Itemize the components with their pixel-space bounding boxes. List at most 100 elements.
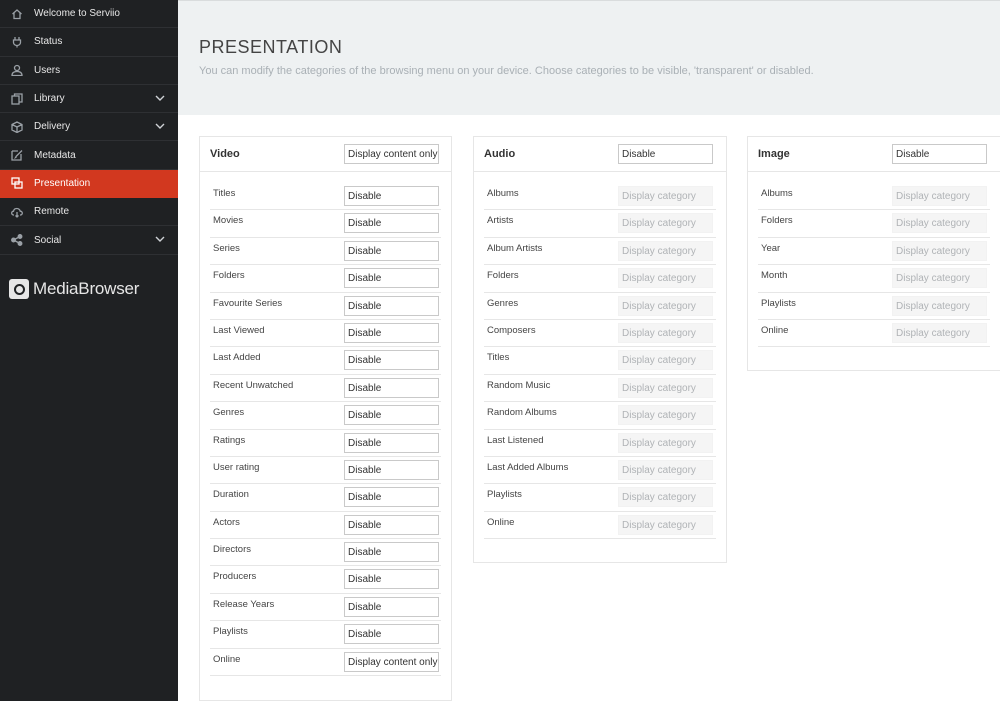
category-visibility-select[interactable]: Disable <box>344 186 439 206</box>
category-visibility-select[interactable]: Disable <box>344 322 439 343</box>
sidebar-item-presentation[interactable]: Presentation <box>0 169 178 199</box>
category-row: Online Display category <box>758 320 990 348</box>
category-visibility-select[interactable]: Disable <box>344 542 439 563</box>
category-row: Playlists Display category <box>758 293 990 320</box>
sidebar-item-library[interactable]: Library <box>0 85 178 114</box>
category-label: Release Years <box>213 598 275 610</box>
category-row: Release Years Disable <box>210 594 441 622</box>
category-label: Last Added Albums <box>487 461 569 473</box>
category-label: Random Music <box>487 379 551 391</box>
category-label: Last Viewed <box>213 324 265 336</box>
home-icon <box>10 7 24 21</box>
page-subtitle: You can modify the categories of the bro… <box>199 65 814 77</box>
box-icon <box>10 120 24 134</box>
category-label: User rating <box>213 461 260 473</box>
sidebar-item-welcome[interactable]: Welcome to Serviio <box>0 0 178 29</box>
category-label: Recent Unwatched <box>213 379 294 391</box>
category-row: User rating Disable <box>210 457 441 485</box>
category-visibility-select[interactable]: Display category <box>892 186 987 206</box>
sidebar-item-label: Delivery <box>34 121 71 133</box>
category-label: Online <box>213 653 241 665</box>
category-visibility-select[interactable]: Disable <box>344 350 439 371</box>
sidebar-item-users[interactable]: Users <box>0 57 178 85</box>
category-visibility-select[interactable]: Display category <box>618 350 713 371</box>
category-row: Producers Disable <box>210 566 441 594</box>
category-row: Duration Disable <box>210 484 441 512</box>
category-visibility-select[interactable]: Display category <box>618 487 713 508</box>
category-visibility-select[interactable]: Disable <box>344 487 439 508</box>
category-label: Composers <box>487 324 536 336</box>
sidebar-item-label: Metadata <box>34 149 76 161</box>
category-label: Movies <box>213 215 244 227</box>
category-visibility-select[interactable]: Display category <box>618 322 713 343</box>
sidebar-item-status[interactable]: Status <box>0 28 178 57</box>
presentation-icon <box>10 176 24 190</box>
category-visibility-select[interactable]: Disable <box>344 377 439 398</box>
category-visibility-select[interactable]: Disable <box>344 514 439 535</box>
library-icon <box>10 92 24 106</box>
category-visibility-select[interactable]: Disable <box>344 432 439 453</box>
sidebar-item-delivery[interactable]: Delivery <box>0 113 178 142</box>
category-visibility-select[interactable]: Display category <box>892 213 987 234</box>
image-mode-select[interactable]: Disable <box>892 144 987 164</box>
category-label: Duration <box>213 489 249 501</box>
category-label: Favourite Series <box>213 297 283 309</box>
category-visibility-select[interactable]: Disable <box>344 240 439 261</box>
category-visibility-select[interactable]: Display category <box>618 405 713 426</box>
category-row: Folders Disable <box>210 265 441 293</box>
mediabrowser-logo-icon <box>9 279 29 299</box>
category-label: Actors <box>213 516 240 528</box>
plug-icon <box>10 35 24 49</box>
category-row: Recent Unwatched Disable <box>210 375 441 403</box>
category-visibility-select[interactable]: Disable <box>344 569 439 590</box>
category-row: Last Viewed Disable <box>210 320 441 348</box>
video-panel-header: Video Display content only <box>200 137 451 172</box>
category-visibility-select[interactable]: Display category <box>618 213 713 234</box>
category-visibility-select[interactable]: Display category <box>892 240 987 261</box>
category-visibility-select[interactable]: Display category <box>618 186 713 206</box>
category-visibility-select[interactable]: Display category <box>618 240 713 261</box>
category-label: Artists <box>487 215 514 227</box>
category-visibility-select[interactable]: Display category <box>618 377 713 398</box>
sidebar-item-remote[interactable]: Remote <box>0 198 178 227</box>
category-label: Producers <box>213 571 257 583</box>
category-visibility-select[interactable]: Disable <box>344 295 439 316</box>
category-visibility-select[interactable]: Disable <box>344 459 439 480</box>
category-visibility-select[interactable]: Display category <box>618 514 713 535</box>
category-visibility-select[interactable]: Disable <box>344 624 439 645</box>
video-mode-select[interactable]: Display content only <box>344 144 439 164</box>
category-visibility-select[interactable]: Display content only <box>344 651 439 672</box>
category-visibility-select[interactable]: Display category <box>892 322 987 343</box>
category-row: Playlists Display category <box>484 484 716 512</box>
category-row: Albums Display category <box>484 183 716 211</box>
category-visibility-select[interactable]: Disable <box>344 596 439 617</box>
category-visibility-select[interactable]: Display category <box>892 295 987 316</box>
category-visibility-select[interactable]: Disable <box>344 213 439 234</box>
category-row: Actors Disable <box>210 512 441 540</box>
category-visibility-select[interactable]: Display category <box>618 268 713 289</box>
image-rows: Albums Display category Folders Display cat… <box>758 183 990 348</box>
category-row: Online Display category <box>484 512 716 540</box>
category-row: Last Listened Display category <box>484 430 716 457</box>
sidebar-item-metadata[interactable]: Metadata <box>0 141 178 170</box>
category-visibility-select[interactable]: Display category <box>892 268 987 289</box>
category-visibility-select[interactable]: Display category <box>618 432 713 453</box>
sidebar: Welcome to Serviio Status Users Library … <box>0 0 178 701</box>
category-visibility-select[interactable]: Display category <box>618 295 713 316</box>
category-label: Titles <box>213 188 236 199</box>
category-row: Online Display content only <box>210 649 441 677</box>
page-title: PRESENTATION <box>199 37 343 57</box>
category-visibility-select[interactable]: Disable <box>344 268 439 289</box>
category-row: Folders Display category <box>484 265 716 293</box>
category-row: Random Albums Display category <box>484 402 716 430</box>
audio-mode-select[interactable]: Disable <box>618 144 713 164</box>
category-visibility-select[interactable]: Disable <box>344 405 439 426</box>
category-label: Directors <box>213 544 252 556</box>
image-panel-header: Image Disable <box>748 137 1000 172</box>
brand: MediaBrowser <box>9 279 139 299</box>
category-label: Last Added <box>213 352 261 364</box>
category-visibility-select[interactable]: Display category <box>618 459 713 480</box>
sidebar-item-social[interactable]: Social <box>0 226 178 255</box>
category-row: Last Added Disable <box>210 347 441 375</box>
category-label: Folders <box>761 215 793 227</box>
